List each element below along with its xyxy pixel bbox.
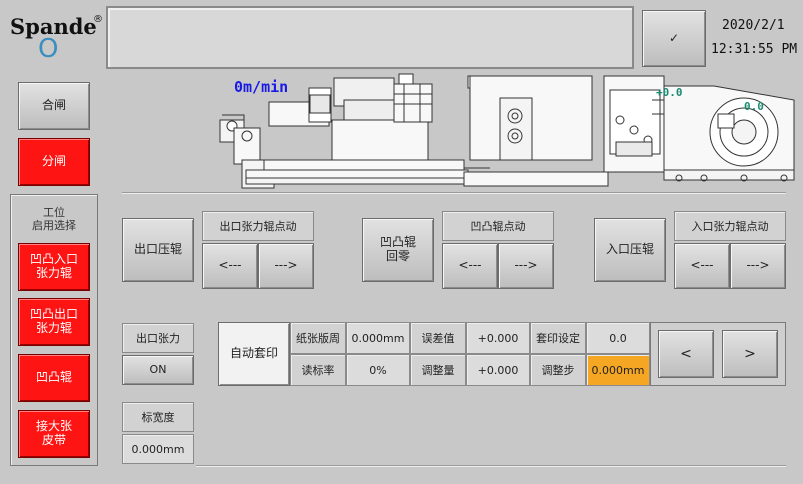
check-icon: ✓ (668, 30, 680, 45)
outlet-tension-toggle[interactable]: ON (122, 355, 194, 385)
emboss-zero-button[interactable]: 凹凸辊 回零 (362, 218, 434, 282)
register-set-label: 套印设定 (530, 322, 586, 354)
error-value: +0.000 (466, 322, 530, 354)
unwind-tension-readout: 0.0 (744, 100, 764, 113)
adjust-label: 调整量 (410, 354, 466, 386)
speed-readout: 0m/min (234, 78, 289, 96)
outlet-tension-jog-title: 出口张力辊点动 (202, 211, 314, 241)
station-outlet-tension-roller[interactable]: 凹凸出口 张力辊 (18, 298, 90, 346)
inlet-jog-left-button[interactable]: <--- (674, 243, 730, 289)
registered-mark: ® (93, 14, 103, 25)
divider-bottom (196, 465, 786, 467)
nav-left-button[interactable]: < (658, 330, 714, 378)
inlet-tension-readout: +0.0 (656, 86, 683, 99)
paper-perimeter-label: 纸张版周 (290, 322, 346, 354)
outlet-press-roller-button[interactable]: 出口压辊 (122, 218, 194, 282)
mark-width-value[interactable]: 0.000mm (122, 434, 194, 464)
station-large-sheet-belt[interactable]: 接大张 皮带 (18, 410, 90, 458)
outlet-jog-left-button[interactable]: <--- (202, 243, 258, 289)
station-inlet-tension-roller[interactable]: 凹凸入口 张力辊 (18, 243, 90, 291)
error-label: 误差值 (410, 322, 466, 354)
brand-mark: O (38, 34, 59, 64)
read-rate-value: 0% (346, 354, 410, 386)
inlet-press-roller-button[interactable]: 入口压辊 (594, 218, 666, 282)
nav-right-button[interactable]: > (722, 330, 778, 378)
emboss-jog-right-button[interactable]: ---> (498, 243, 554, 289)
message-display (106, 6, 634, 69)
machine-diagram: 0m/min +0.0 0.0 (104, 70, 798, 192)
outlet-jog-right-button[interactable]: ---> (258, 243, 314, 289)
open-breaker-button[interactable]: 分闸 (18, 138, 90, 186)
outlet-tension-label: 出口张力 (122, 323, 194, 353)
confirm-button[interactable]: ✓ (642, 10, 706, 67)
emboss-jog-left-button[interactable]: <--- (442, 243, 498, 289)
paper-perimeter-value[interactable]: 0.000mm (346, 322, 410, 354)
brand-logo: Spande ® O (8, 10, 104, 66)
time-display: 12:31:55 PM (711, 42, 798, 57)
station-select-title: 工位 启用选择 (32, 206, 76, 232)
date-display: 2020/2/1 (722, 18, 785, 33)
inlet-jog-right-button[interactable]: ---> (730, 243, 786, 289)
adjust-step-value[interactable]: 0.000mm (586, 354, 650, 386)
auto-register-button[interactable]: 自动套印 (218, 322, 290, 386)
station-emboss-roller[interactable]: 凹凸辊 (18, 354, 90, 402)
adjust-step-label: 调整步 (530, 354, 586, 386)
inlet-tension-jog-title: 入口张力辊点动 (674, 211, 786, 241)
read-rate-label: 读标率 (290, 354, 346, 386)
emboss-jog-title: 凹凸辊点动 (442, 211, 554, 241)
mark-width-label: 标宽度 (122, 402, 194, 432)
register-set-value[interactable]: 0.0 (586, 322, 650, 354)
divider-top (122, 192, 786, 194)
adjust-value: +0.000 (466, 354, 530, 386)
close-breaker-button[interactable]: 合闸 (18, 82, 90, 130)
